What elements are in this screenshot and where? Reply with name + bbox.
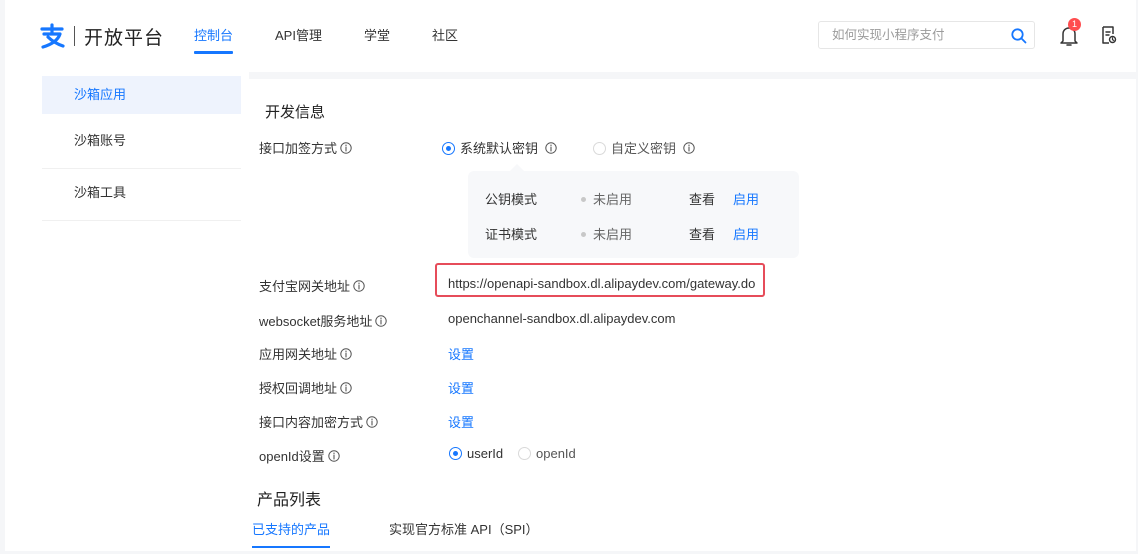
key-mode-row: 证书模式 未启用 查看 启用 <box>468 224 799 244</box>
status-dot-icon <box>581 232 586 237</box>
info-icon[interactable] <box>340 142 352 154</box>
openid-option-userid[interactable]: userId <box>449 446 503 461</box>
info-icon[interactable] <box>328 450 340 462</box>
info-icon[interactable] <box>353 280 365 292</box>
enable-public-key-link[interactable]: 启用 <box>733 189 759 208</box>
document-icon[interactable] <box>1101 25 1117 45</box>
nav-api-management[interactable]: API管理 <box>275 19 322 53</box>
sidebar-item-sandbox-app[interactable]: 沙箱应用 <box>42 76 241 114</box>
info-icon[interactable] <box>340 348 352 360</box>
product-list-title: 产品列表 <box>257 492 322 509</box>
websocket-url[interactable]: openchannel-sandbox.dl.alipaydev.com <box>448 311 675 326</box>
alipay-logo-icon <box>39 23 65 49</box>
tab-official-spi[interactable]: 实现官方标准 API（SPI） <box>389 519 539 548</box>
main-nav: 控制台 API管理 学堂 社区 <box>194 19 500 54</box>
nav-community[interactable]: 社区 <box>432 19 458 53</box>
content-top-divider <box>249 72 1136 79</box>
brand-logo[interactable]: 开放平台 <box>39 19 164 53</box>
status-badge: 未启用 <box>581 189 632 208</box>
logo-divider <box>74 26 75 46</box>
radio-custom-key[interactable] <box>593 142 606 155</box>
sidebar: 沙箱应用 沙箱账号 沙箱工具 <box>42 72 241 221</box>
content-encrypt-label: 接口内容加密方式 <box>259 412 378 431</box>
gateway-label: 支付宝网关地址 <box>259 276 365 295</box>
radio-openid[interactable] <box>518 447 531 460</box>
gateway-url[interactable]: https://openapi-sandbox.dl.alipaydev.com… <box>448 276 755 291</box>
sign-option-custom[interactable]: 自定义密钥 <box>593 138 695 157</box>
search-input[interactable] <box>830 27 1004 43</box>
openid-option-openid[interactable]: openId <box>518 446 576 461</box>
view-cert-link[interactable]: 查看 <box>689 224 715 243</box>
info-icon[interactable] <box>366 416 378 428</box>
search-box <box>818 21 1035 49</box>
info-icon[interactable] <box>375 315 388 327</box>
info-icon[interactable] <box>682 142 695 154</box>
nav-academy[interactable]: 学堂 <box>364 19 390 53</box>
app-gateway-label: 应用网关地址 <box>259 344 352 363</box>
status-badge: 未启用 <box>581 224 632 243</box>
info-icon[interactable] <box>340 382 352 394</box>
app-gateway-setup-link[interactable]: 设置 <box>448 344 474 363</box>
tab-supported-products[interactable]: 已支持的产品 <box>252 519 331 548</box>
info-icon[interactable] <box>544 142 557 154</box>
radio-default-key[interactable] <box>442 142 455 155</box>
openid-label: openId设置 <box>259 446 340 465</box>
key-mode-panel: 公钥模式 未启用 查看 启用 证书模式 未启用 查看 启用 <box>468 164 799 258</box>
key-mode-row: 公钥模式 未启用 查看 启用 <box>468 189 799 209</box>
sidebar-item-sandbox-account[interactable]: 沙箱账号 <box>42 117 241 169</box>
sign-option-default[interactable]: 系统默认密钥 <box>442 138 557 157</box>
top-header: 开放平台 控制台 API管理 学堂 社区 1 <box>5 0 1136 72</box>
sidebar-item-sandbox-tools[interactable]: 沙箱工具 <box>42 169 241 221</box>
enable-cert-link[interactable]: 启用 <box>733 224 759 243</box>
content-encrypt-setup-link[interactable]: 设置 <box>448 412 474 431</box>
radio-userid[interactable] <box>449 447 462 460</box>
auth-callback-label: 授权回调地址 <box>259 378 352 397</box>
app-frame: 开放平台 控制台 API管理 学堂 社区 1 沙箱应用 沙箱账号 沙箱工具 开发… <box>5 0 1136 551</box>
notification-badge: 1 <box>1068 18 1081 31</box>
nav-console[interactable]: 控制台 <box>194 19 234 54</box>
sign-method-label: 接口加签方式 <box>259 138 352 157</box>
brand-title: 开放平台 <box>84 27 165 49</box>
search-icon[interactable] <box>1010 27 1028 45</box>
websocket-label: websocket服务地址 <box>259 311 388 330</box>
auth-callback-setup-link[interactable]: 设置 <box>448 378 474 397</box>
dev-info-title: 开发信息 <box>265 104 326 121</box>
status-dot-icon <box>581 197 586 202</box>
view-public-key-link[interactable]: 查看 <box>689 189 715 208</box>
